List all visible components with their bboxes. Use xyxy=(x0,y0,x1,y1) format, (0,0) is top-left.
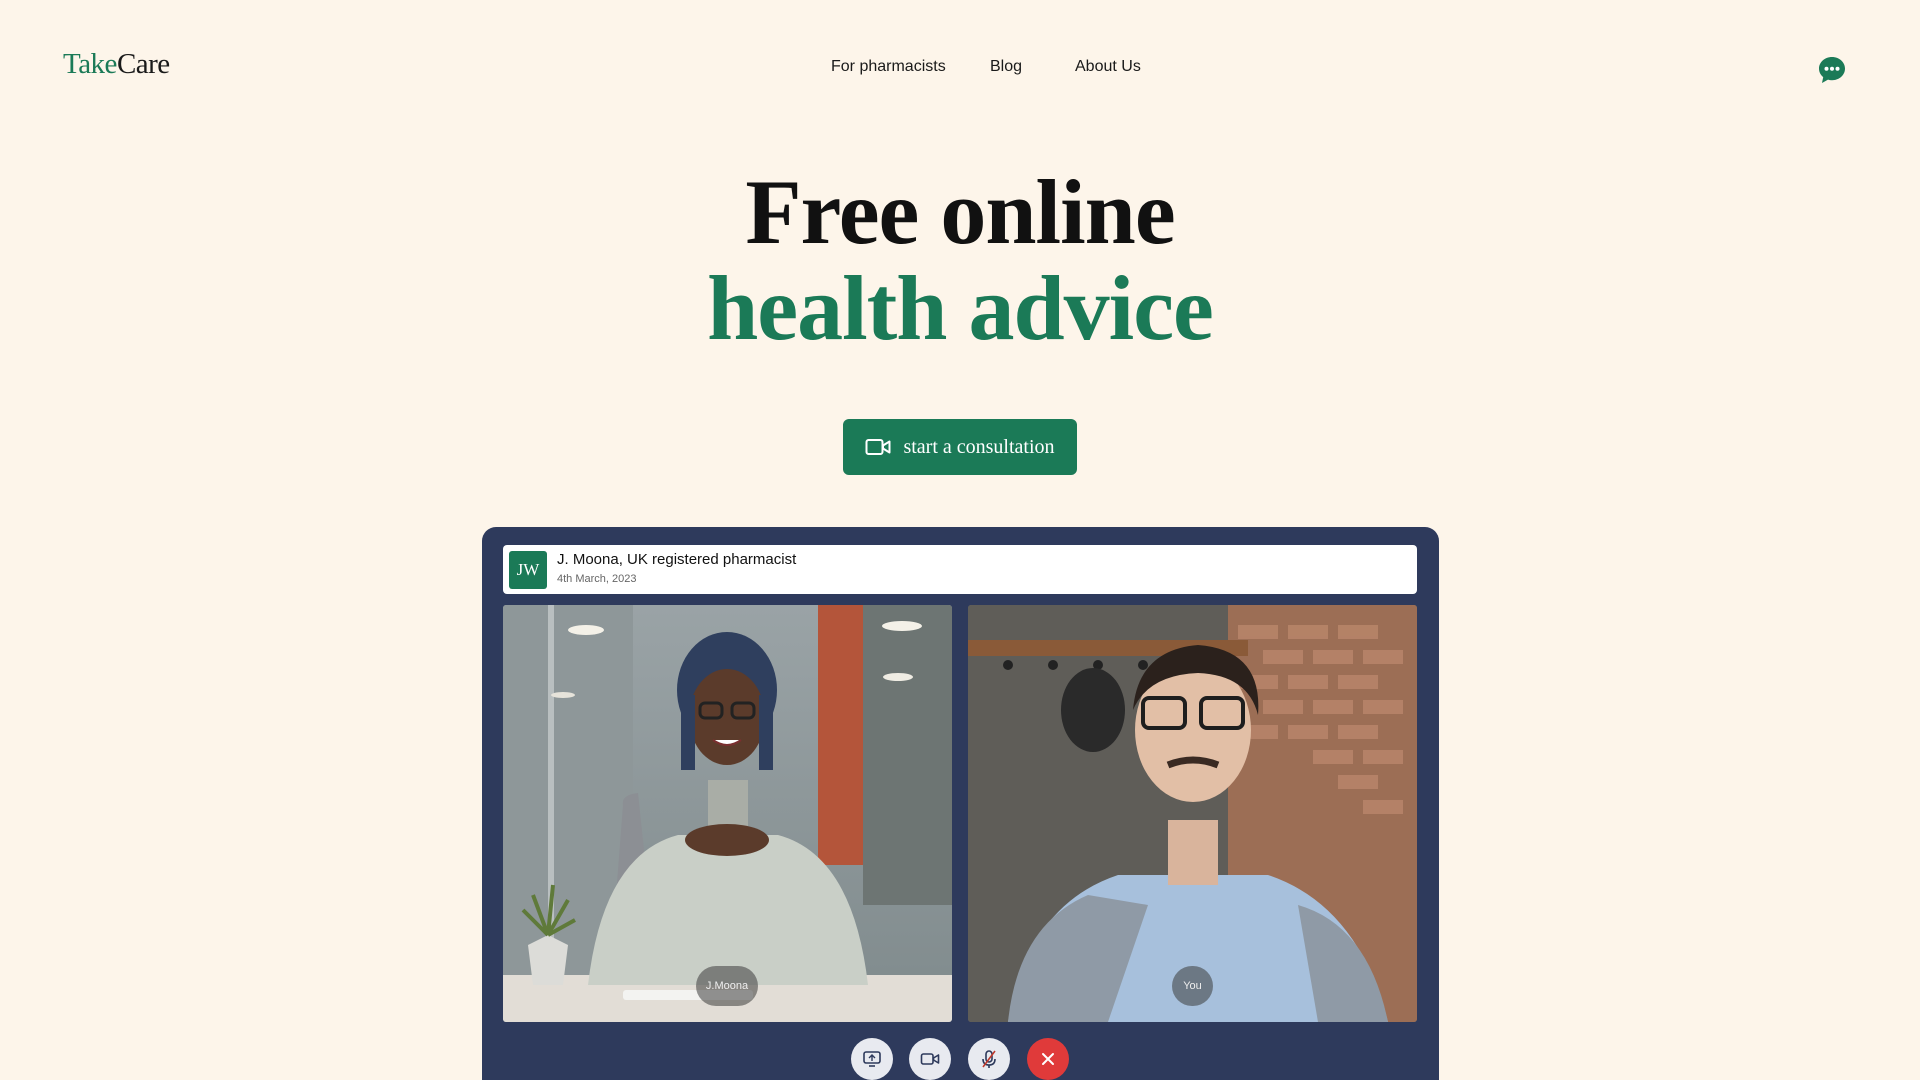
video-call-panel: JW J. Moona, UK registered pharmacist 4t… xyxy=(482,527,1439,1080)
start-consultation-label: start a consultation xyxy=(903,435,1055,458)
pharmacist-video-frame xyxy=(503,605,952,1022)
you-video-frame xyxy=(968,605,1417,1022)
microphone-toggle-button[interactable] xyxy=(968,1038,1010,1080)
hero-title: Free online health advice xyxy=(0,164,1920,356)
end-call-button[interactable] xyxy=(1027,1038,1069,1080)
participant-label: J.Moona xyxy=(696,966,758,1006)
screen-share-button[interactable] xyxy=(851,1038,893,1080)
nav-link-blog[interactable]: Blog xyxy=(990,58,1022,76)
caller-name: J. Moona, UK registered pharmacist xyxy=(557,551,797,568)
chat-bubble-icon[interactable] xyxy=(1817,55,1847,85)
video-tile-you: You xyxy=(968,605,1417,1022)
video-tile-pharmacist: J.Moona xyxy=(503,605,952,1022)
hero-title-line2: health advice xyxy=(707,257,1214,359)
landing-page: TakeCare For pharmacists Blog About Us F… xyxy=(0,0,1920,1080)
call-controls xyxy=(482,1038,1439,1080)
hero-title-line1: Free online xyxy=(745,161,1175,263)
call-header: JW J. Moona, UK registered pharmacist 4t… xyxy=(503,545,1417,594)
avatar: JW xyxy=(509,551,547,589)
end-call-icon xyxy=(1040,1051,1056,1067)
video-camera-icon xyxy=(865,437,891,457)
camera-toggle-button[interactable] xyxy=(909,1038,951,1080)
nav-link-about-us[interactable]: About Us xyxy=(1075,58,1141,76)
start-consultation-button[interactable]: start a consultation xyxy=(843,419,1077,475)
participant-label: You xyxy=(1172,966,1213,1006)
video-camera-icon xyxy=(920,1051,940,1067)
main-nav: For pharmacists Blog About Us xyxy=(0,58,1920,82)
nav-link-for-pharmacists[interactable]: For pharmacists xyxy=(831,58,946,76)
screen-share-icon xyxy=(862,1050,882,1068)
call-date: 4th March, 2023 xyxy=(557,573,637,585)
microphone-muted-icon xyxy=(980,1049,998,1069)
